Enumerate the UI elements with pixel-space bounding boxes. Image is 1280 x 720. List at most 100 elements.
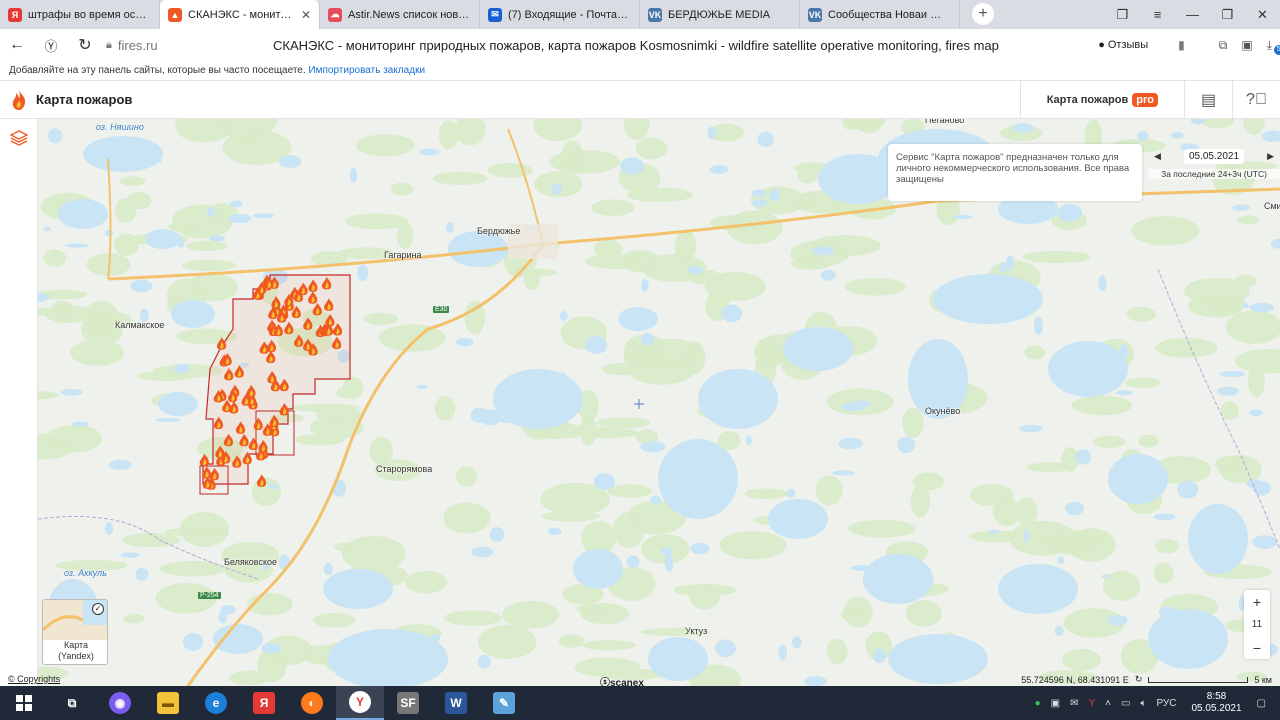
small-lake (836, 166, 852, 174)
task-view-button[interactable]: ⧉ (48, 686, 96, 720)
small-lake (897, 437, 916, 454)
new-tab-button[interactable]: + (972, 3, 994, 25)
start-button[interactable] (0, 686, 48, 720)
forest-patch (405, 570, 447, 594)
menu-icon[interactable]: ≡ (1140, 0, 1175, 29)
small-lake (757, 131, 774, 148)
notifications-icon[interactable]: ▢ (1257, 698, 1266, 709)
lake (998, 564, 1078, 614)
small-lake (349, 167, 358, 183)
tab-0[interactable]: Яштрафы во время особог (0, 0, 160, 29)
lock-icon[interactable]: 🔒︎ (106, 39, 112, 52)
taskbar-explorer[interactable]: ▬ (144, 686, 192, 720)
date-field[interactable]: 05.05.2021 (1183, 149, 1245, 164)
small-lake (1216, 386, 1239, 396)
shield-icon[interactable]: ▣ (1051, 698, 1060, 709)
copyrights-link[interactable]: © Copyrights (8, 674, 60, 684)
network-icon[interactable]: ▭ (1121, 698, 1130, 709)
forest-patch (186, 240, 228, 252)
tab-title: Astir.News список новостей (348, 8, 471, 21)
minimize-button[interactable]: — (1175, 0, 1210, 29)
help-icon[interactable]: ?⃝ (1232, 81, 1280, 119)
map-canvas[interactable] (38, 119, 1280, 686)
settlement-label: Окунёво (925, 406, 961, 416)
small-lake (952, 214, 973, 220)
lake (1148, 609, 1228, 669)
forest-patch (333, 542, 356, 552)
forest-patch (1247, 364, 1266, 397)
taskbar-paint[interactable]: ✎ (480, 686, 528, 720)
basemap-switcher[interactable]: ✓ Карта (Yandex) (42, 599, 108, 665)
tab-1[interactable]: ▲ СКАНЭКС - мониторин ✕ (160, 0, 320, 29)
lake (1048, 341, 1128, 397)
close-tab-icon[interactable]: ✕ (301, 8, 311, 22)
news-icon[interactable]: ▤ (1184, 81, 1232, 119)
import-bookmarks-link[interactable]: Импортировать закладки (308, 65, 425, 76)
yandex-home-icon[interactable]: Ⓨ (34, 29, 68, 61)
small-lake (209, 235, 226, 242)
chevron-up-icon[interactable]: ˄ (1105, 698, 1111, 709)
forest-patch (1220, 401, 1239, 421)
forest-patch (848, 519, 916, 538)
tray-app-icon[interactable]: ● (1035, 698, 1041, 709)
forest-patch (186, 273, 239, 302)
taskbar-firefox[interactable]: ◐ (288, 686, 336, 720)
volume-icon[interactable]: 🔈︎ (1140, 698, 1146, 709)
zoom-out-button[interactable]: − (1244, 636, 1270, 659)
reload-icon[interactable]: ↻ (68, 29, 102, 61)
forest-patch (1153, 562, 1174, 584)
fire-map[interactable]: оз. Няшино Бердюжье Гагарина Калмакское Стар… (38, 119, 1280, 686)
taskbar-word[interactable]: W (432, 686, 480, 720)
pro-badge: pro (1132, 93, 1158, 107)
reviews-button[interactable]: ● Отзывы (1098, 39, 1148, 51)
tab-2[interactable]: ☁ Astir.News список новостей (320, 0, 480, 29)
small-lake (48, 128, 63, 144)
small-lake (230, 200, 243, 208)
layers-icon[interactable] (10, 129, 28, 147)
tab-manager-icon[interactable]: ❐ (1105, 0, 1140, 29)
zoom-in-button[interactable]: + (1244, 590, 1270, 613)
forest-patch (432, 171, 488, 185)
downloads-icon[interactable]: ⤓ 5 (1267, 38, 1280, 55)
tab-title: (7) Входящие - Почта Mail (508, 8, 631, 21)
next-date-arrow-icon[interactable]: ▶ (1267, 151, 1274, 162)
language-indicator[interactable]: РУС (1156, 698, 1176, 709)
small-lake (1232, 204, 1250, 211)
taskbar-sf[interactable]: SF (384, 686, 432, 720)
clock[interactable]: 8:58 05.05.2021 (1191, 691, 1241, 715)
sf-icon: SF (397, 692, 419, 714)
extensions-icon[interactable]: ▣ (1241, 38, 1252, 52)
small-lake (1057, 555, 1065, 565)
close-window-button[interactable]: ✕ (1245, 0, 1280, 29)
small-lake (71, 421, 90, 427)
tray-icon[interactable]: ✉ (1070, 698, 1078, 709)
small-lake (1249, 409, 1263, 417)
url-field[interactable]: fires.ru (118, 38, 158, 53)
tab-5[interactable]: VK Сообщества Новаи Жизни (800, 0, 960, 29)
taskbar-alice[interactable]: ◉ (96, 686, 144, 720)
word-icon: W (445, 692, 467, 714)
collections-icon[interactable]: ⧉ (1219, 38, 1228, 53)
bookmark-icon[interactable]: ▮ (1178, 38, 1185, 52)
small-lake (640, 441, 666, 453)
prev-date-arrow-icon[interactable]: ◀ (1154, 151, 1161, 162)
pro-link[interactable]: Карта пожаров pro (1019, 81, 1184, 119)
forest-patch (175, 119, 233, 143)
refresh-icon[interactable]: ↻ (1135, 674, 1143, 685)
taskbar-yandex[interactable]: Я (240, 686, 288, 720)
yandex-tray-icon[interactable]: Y (1088, 698, 1095, 709)
tab-3[interactable]: ✉ (7) Входящие - Почта Mail (480, 0, 640, 29)
taskbar-edge[interactable]: e (192, 686, 240, 720)
folder-icon: ▬ (157, 692, 179, 714)
taskbar-yandex-browser[interactable]: Y (336, 686, 384, 720)
small-lake (113, 146, 127, 158)
small-lake (690, 542, 710, 555)
restore-button[interactable]: ❐ (1210, 0, 1245, 29)
forest-patch (613, 512, 645, 548)
back-arrow-icon[interactable]: ← (0, 29, 34, 61)
small-lake (999, 262, 1008, 273)
tab-4[interactable]: VK БЕРДЮЖЬЕ MEDIA (640, 0, 800, 29)
lake (145, 229, 181, 249)
forest-patch (1155, 538, 1180, 554)
fire-logo-icon[interactable] (10, 89, 28, 111)
